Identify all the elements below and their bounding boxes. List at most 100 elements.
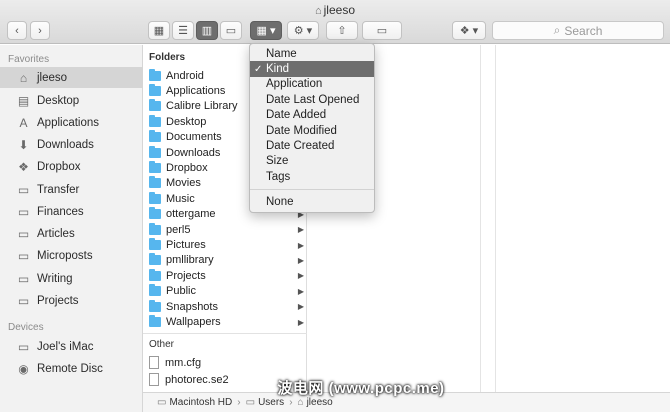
column-view-button[interactable]: ▥ — [196, 21, 218, 40]
tag-icon: ▭ — [376, 25, 388, 37]
downloads-icon: ⬇ — [18, 137, 29, 152]
menu-item-tags[interactable]: Tags — [250, 169, 374, 184]
search-icon: ⌕ — [553, 23, 561, 37]
share-button[interactable]: ⇧ — [326, 21, 358, 40]
sidebar: Favorites ⌂ jleeso ▤ Desktop A Applications… — [0, 45, 143, 412]
empty-column — [481, 45, 496, 412]
folder-row[interactable]: Public ▶ — [143, 284, 307, 299]
disclosure-arrow-icon: ▶ — [297, 271, 304, 281]
file-row[interactable]: mm.cfg — [143, 355, 307, 370]
list-view-button[interactable]: ☰ — [172, 21, 194, 40]
sidebar-favorites-heading: Favorites — [8, 54, 50, 65]
folder-row[interactable]: pmllibrary ▶ — [143, 253, 307, 268]
window-titlebar: ⌂ jleeso ‹ › ▦ ☰ ▥ ▭ ▦ ▾ ⚙ ▾ ⇧ ▭ ❖ ▾ ⌕ Sea… — [0, 0, 670, 44]
sidebar-item-microposts[interactable]: ▭ Microposts — [0, 245, 143, 266]
back-button[interactable]: ‹ — [7, 21, 27, 40]
applications-icon: A — [19, 115, 28, 130]
hard-drive-icon: ▭ — [157, 397, 167, 408]
menu-item-application[interactable]: Application — [250, 77, 374, 92]
menu-item-date-last-opened[interactable]: Date Last Opened — [250, 92, 374, 107]
arrange-button[interactable]: ▦ ▾ — [250, 21, 282, 40]
path-segment[interactable]: Users — [258, 397, 284, 408]
menu-item-kind[interactable]: ✓ Kind — [250, 61, 374, 77]
folders-heading: Folders — [149, 52, 186, 63]
folder-icon: ▭ — [17, 271, 30, 286]
folder-icon — [149, 222, 161, 235]
sidebar-item-imac[interactable]: ▭ Joel's iMac — [0, 336, 143, 357]
cover-flow-button[interactable]: ▭ — [220, 21, 242, 40]
sidebar-item-finances[interactable]: ▭ Finances — [0, 201, 143, 222]
sidebar-item-applications[interactable]: A Applications — [0, 112, 143, 133]
tags-button[interactable]: ▭ — [362, 21, 402, 40]
menu-item-size[interactable]: Size — [250, 154, 374, 169]
folder-row[interactable]: Projects ▶ — [143, 268, 307, 283]
imac-icon: ▭ — [17, 339, 30, 354]
folder-icon: ▭ — [17, 248, 30, 263]
folder-icon: ▭ — [17, 204, 30, 219]
dropbox-icon: ❖ — [18, 159, 29, 174]
folder-icon — [149, 68, 161, 81]
cover-flow-icon: ▭ — [225, 25, 237, 37]
sidebar-item-downloads[interactable]: ⬇ Downloads — [0, 134, 143, 155]
disclosure-arrow-icon: ▶ — [297, 255, 304, 265]
menu-item-name[interactable]: Name — [250, 46, 374, 61]
home-icon: ⌂ — [297, 397, 304, 408]
sidebar-item-projects[interactable]: ▭ Projects — [0, 290, 143, 311]
disc-icon: ◉ — [18, 361, 29, 376]
path-segment[interactable]: Macintosh HD — [169, 397, 232, 408]
watermark: 波电网 (www.pcpc.me) — [277, 380, 445, 397]
home-icon: ⌂ — [19, 70, 28, 85]
path-separator-icon: › — [289, 397, 293, 408]
icon-view-button[interactable]: ▦ — [148, 21, 170, 40]
folder-icon — [149, 207, 161, 220]
sidebar-item-desktop[interactable]: ▤ Desktop — [0, 90, 143, 111]
sidebar-item-writing[interactable]: ▭ Writing — [0, 268, 143, 289]
disclosure-arrow-icon: ▶ — [297, 240, 304, 250]
disclosure-arrow-icon: ▶ — [297, 225, 304, 235]
folder-icon — [149, 299, 161, 312]
action-button[interactable]: ⚙ ▾ — [287, 21, 319, 40]
chevron-left-icon: ‹ — [15, 24, 19, 37]
folder-icon — [149, 176, 161, 189]
section-divider — [143, 333, 307, 334]
folder-row[interactable]: Pictures ▶ — [143, 237, 307, 252]
folder-icon — [149, 284, 161, 297]
folder-icon: ▭ — [17, 293, 30, 308]
list-view-icon: ☰ — [178, 25, 188, 37]
grid-arrange-icon: ▦ ▾ — [256, 25, 276, 37]
folder-icon — [149, 253, 161, 266]
chevron-right-icon: › — [38, 24, 42, 37]
sidebar-item-remote-disc[interactable]: ◉ Remote Disc — [0, 358, 143, 379]
dropbox-button[interactable]: ❖ ▾ — [452, 21, 486, 40]
menu-separator — [250, 189, 374, 190]
forward-button[interactable]: › — [30, 21, 50, 40]
disclosure-arrow-icon: ▶ — [297, 317, 304, 327]
folder-icon — [149, 191, 161, 204]
folder-icon: ▭ — [17, 182, 30, 197]
menu-item-date-modified[interactable]: Date Modified — [250, 123, 374, 138]
sidebar-item-transfer[interactable]: ▭ Transfer — [0, 179, 143, 200]
desktop-icon: ▤ — [17, 93, 30, 108]
folder-row[interactable]: perl5 ▶ — [143, 222, 307, 237]
folder-row[interactable]: Wallpapers ▶ — [143, 314, 307, 329]
menu-item-date-created[interactable]: Date Created — [250, 138, 374, 153]
share-icon: ⇧ — [337, 25, 347, 37]
sidebar-item-dropbox[interactable]: ❖ Dropbox — [0, 156, 143, 177]
folder-row[interactable]: Snapshots ▶ — [143, 299, 307, 314]
home-icon: ⌂ — [314, 5, 322, 17]
folder-icon — [149, 238, 161, 251]
folder-icon — [149, 114, 161, 127]
sidebar-devices-heading: Devices — [8, 322, 44, 333]
sidebar-item-jleeso[interactable]: ⌂ jleeso — [0, 67, 143, 88]
folder-icon — [149, 268, 161, 281]
menu-item-date-added[interactable]: Date Added — [250, 108, 374, 123]
menu-item-none[interactable]: None — [250, 195, 374, 210]
sidebar-item-articles[interactable]: ▭ Articles — [0, 223, 143, 244]
disclosure-arrow-icon: ▶ — [297, 302, 304, 312]
icon-view-icon: ▦ — [153, 25, 165, 37]
search-field[interactable]: ⌕ Search — [492, 21, 664, 40]
disclosure-arrow-icon: ▶ — [297, 286, 304, 296]
folder-icon: ▭ — [17, 226, 30, 241]
file-icon — [149, 373, 159, 387]
path-segment[interactable]: jleeso — [307, 397, 333, 408]
